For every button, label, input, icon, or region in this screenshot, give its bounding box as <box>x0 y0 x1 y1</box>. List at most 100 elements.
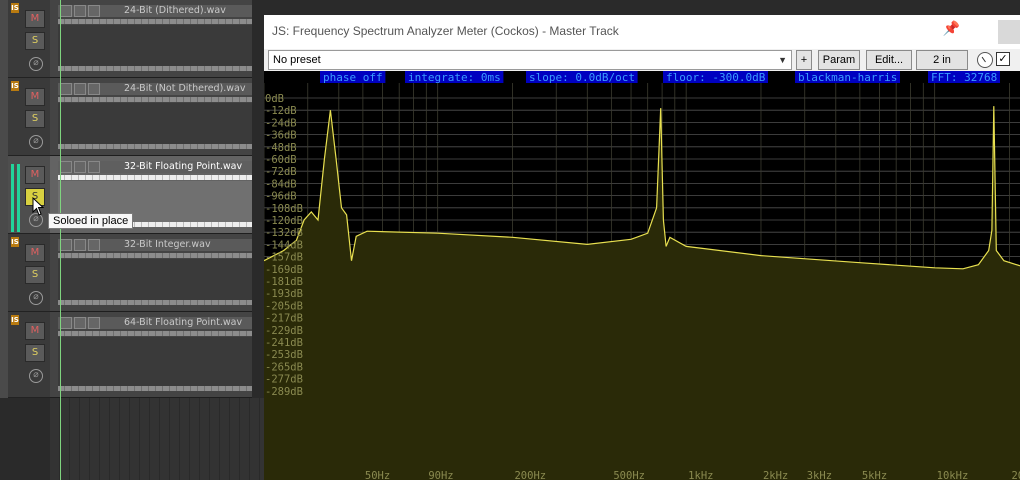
fx-titlebar[interactable]: JS: Frequency Spectrum Analyzer Meter (C… <box>264 15 1020 49</box>
preset-select[interactable]: No preset ▼ <box>268 50 792 70</box>
spectrum-plot[interactable]: 0dB -12dB -24dB -36dB -48dB -60dB -72dB -84dB -9… <box>264 71 1020 480</box>
mute-button[interactable]: M <box>25 10 45 28</box>
mute-button[interactable]: M <box>25 322 45 340</box>
lock-icon[interactable] <box>60 5 72 17</box>
db-tick-label: -72dB <box>265 166 297 178</box>
status-text: blackman-harris <box>798 71 897 84</box>
take-icon[interactable] <box>88 5 100 17</box>
db-tick-label: -181dB <box>265 276 303 288</box>
fx-icon[interactable] <box>74 83 86 95</box>
db-tick-label: 0dB <box>265 93 284 105</box>
db-tick-label: -144dB <box>265 239 303 251</box>
track-lane[interactable]: 24-Bit (Dithered).wav <box>50 0 252 78</box>
freq-tick-label: 1kHz <box>688 470 713 480</box>
status-text: floor: -300.0dB <box>666 71 766 84</box>
spectrum-svg: 0dB-12dB-24dB-36dB-48dB-60dB-72dB-84dB-9… <box>264 71 1020 480</box>
fx-icon[interactable] <box>74 5 86 17</box>
db-tick-label: -120dB <box>265 215 303 227</box>
track-meter-left <box>11 164 14 232</box>
freq-tick-label: 200Hz <box>514 470 546 480</box>
track-control-panel[interactable]: IS M S ⌀ <box>8 78 50 156</box>
freq-tick-label: 2kHz <box>763 470 788 480</box>
preset-value: No preset <box>273 54 321 66</box>
lock-icon[interactable] <box>60 161 72 173</box>
item-waveform-top <box>58 19 252 24</box>
phase-invert-icon[interactable]: ⌀ <box>29 291 43 305</box>
mouse-pointer-icon <box>32 197 45 216</box>
edit-cursor <box>60 0 61 480</box>
lock-icon[interactable] <box>60 317 72 329</box>
phase-invert-icon[interactable]: ⌀ <box>29 135 43 149</box>
freq-tick-label: 3kHz <box>807 470 832 480</box>
track-lane[interactable]: 64-Bit Floating Point.wav <box>50 312 252 398</box>
solo-button[interactable]: S <box>25 266 45 284</box>
db-tick-label: -241dB <box>265 337 303 349</box>
io-routing-button[interactable]: 2 in <box>916 50 968 70</box>
fx-window-title: JS: Frequency Spectrum Analyzer Meter (C… <box>272 24 619 38</box>
item-waveform-top <box>58 97 252 102</box>
empty-arrange-area[interactable] <box>50 398 265 480</box>
input-monitor-icon[interactable]: IS <box>11 237 19 247</box>
db-tick-label: -157dB <box>265 252 303 264</box>
input-monitor-icon[interactable]: IS <box>11 315 19 325</box>
item-icons <box>60 83 100 95</box>
fx-icon[interactable] <box>74 239 86 251</box>
status-text: phase off <box>323 71 383 84</box>
db-tick-label: -193dB <box>265 288 303 300</box>
item-waveform-top <box>58 175 252 180</box>
db-tick-label: -205dB <box>265 300 303 312</box>
item-icons <box>60 239 100 251</box>
db-tick-label: -169dB <box>265 264 303 276</box>
phase-invert-icon[interactable]: ⌀ <box>29 369 43 383</box>
edit-button[interactable]: Edit... <box>866 50 912 70</box>
solo-button[interactable]: S <box>25 32 45 50</box>
db-tick-label: -60dB <box>265 154 297 166</box>
track-meter-right <box>17 164 20 232</box>
track-lane[interactable]: 24-Bit (Not Dithered).wav <box>50 78 252 156</box>
track-control-panel[interactable]: IS M S ⌀ <box>8 312 50 398</box>
take-icon[interactable] <box>88 83 100 95</box>
item-waveform-bottom <box>58 386 252 391</box>
fx-window: JS: Frequency Spectrum Analyzer Meter (C… <box>264 15 1020 480</box>
param-button[interactable]: Param <box>818 50 860 70</box>
add-preset-button[interactable]: + <box>796 50 812 70</box>
db-tick-label: -84dB <box>265 178 297 190</box>
lock-icon[interactable] <box>60 239 72 251</box>
lock-icon[interactable] <box>60 83 72 95</box>
mute-button[interactable]: M <box>25 244 45 262</box>
fx-icon[interactable] <box>74 161 86 173</box>
fx-icon[interactable] <box>74 317 86 329</box>
mute-button[interactable]: M <box>25 166 45 184</box>
input-monitor-icon[interactable]: IS <box>11 3 19 13</box>
item-waveform-bottom <box>58 300 252 305</box>
take-icon[interactable] <box>88 239 100 251</box>
freq-tick-label: 5kHz <box>862 470 887 480</box>
freq-tick-label: 500Hz <box>613 470 645 480</box>
take-icon[interactable] <box>88 317 100 329</box>
media-item-body[interactable] <box>58 25 252 71</box>
input-monitor-icon[interactable]: IS <box>11 81 19 91</box>
mute-button[interactable]: M <box>25 88 45 106</box>
solo-button[interactable]: S <box>25 344 45 362</box>
solo-button[interactable]: S <box>25 110 45 128</box>
db-tick-label: -48dB <box>265 142 297 154</box>
db-tick-label: -229dB <box>265 325 303 337</box>
chevron-down-icon: ▼ <box>778 55 787 65</box>
wet-knob-icon[interactable] <box>977 52 993 68</box>
track-lane[interactable]: 32-Bit Integer.wav <box>50 234 252 312</box>
reaper-window: IS M S ⌀ 24-Bit (Dithered).wav IS M S ⌀ 24-Bit (N… <box>0 0 1020 480</box>
close-button[interactable] <box>998 20 1020 44</box>
track-control-panel[interactable]: IS M S ⌀ <box>8 234 50 312</box>
item-waveform-bottom <box>58 66 252 71</box>
db-tick-label: -24dB <box>265 117 297 129</box>
phase-invert-icon[interactable]: ⌀ <box>29 57 43 71</box>
track-control-panel[interactable]: IS M S ⌀ <box>8 0 50 78</box>
fx-enable-checkbox[interactable]: ✓ <box>996 52 1010 66</box>
media-item-body[interactable] <box>58 259 252 305</box>
item-waveform-top <box>58 331 252 336</box>
track-control-panel[interactable]: M S ⌀ <box>8 156 50 234</box>
media-item-body[interactable] <box>58 337 252 391</box>
media-item-body[interactable] <box>58 103 252 149</box>
take-icon[interactable] <box>88 161 100 173</box>
pin-icon[interactable]: 📌 <box>943 21 960 37</box>
